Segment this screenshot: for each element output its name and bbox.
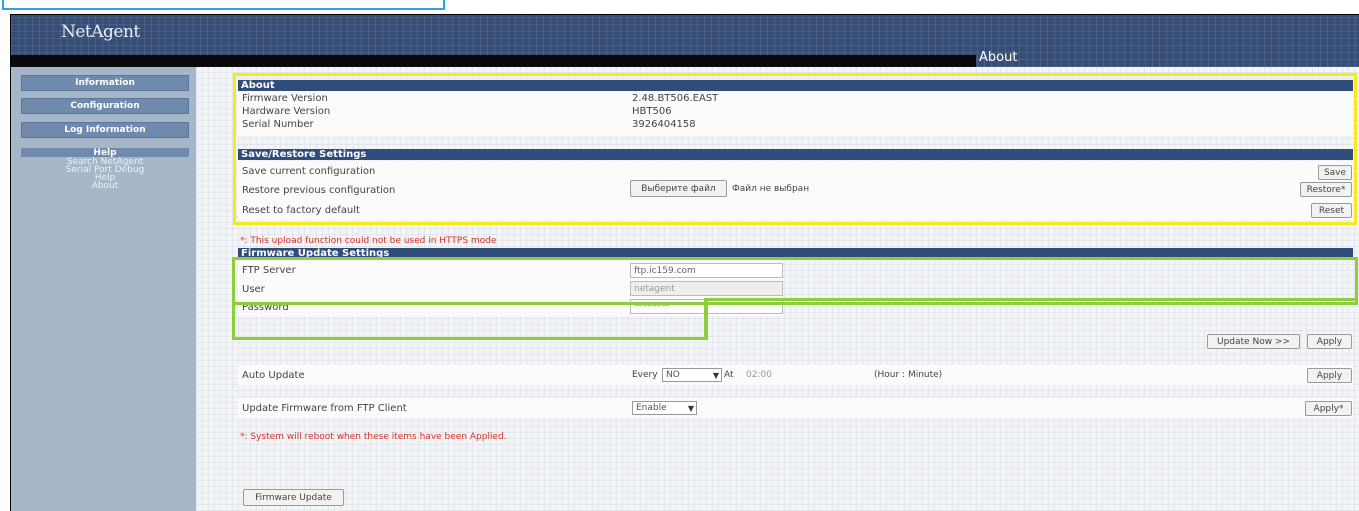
hour-minute-label: (Hour : Minute) [874, 370, 943, 380]
at-time-input[interactable]: 02:00 [742, 368, 852, 382]
firmware-update-button[interactable]: Firmware Update [243, 489, 344, 506]
header: NetAgent About [11, 15, 1359, 67]
every-select-value: NO [666, 370, 680, 380]
apply-button[interactable]: Apply [1307, 334, 1352, 349]
ftp-client-select[interactable]: Enable ▼ [632, 401, 697, 415]
sidebar-item-log-information[interactable]: Log Information [21, 122, 189, 138]
every-select[interactable]: NO ▼ [662, 368, 722, 382]
every-label: Every [632, 370, 658, 380]
auto-update-label: Auto Update [242, 370, 305, 381]
sidebar-item-help[interactable]: Help [21, 148, 189, 158]
highlight-box-green-divider [704, 298, 708, 340]
highlight-box-green-segment [705, 298, 1358, 301]
reboot-warning-note: *: System will reboot when these items h… [240, 432, 507, 442]
chevron-down-icon: ▼ [712, 371, 719, 380]
at-label: At [724, 370, 734, 380]
ftp-client-apply-button[interactable]: Apply* [1305, 401, 1352, 416]
sidebar: Information Configuration Log Informatio… [11, 67, 196, 511]
auto-update-apply-button[interactable]: Apply [1307, 368, 1352, 383]
page-title: About [979, 50, 1018, 65]
highlight-box-green-lower [232, 300, 708, 340]
header-bar [11, 55, 976, 67]
ftp-client-label: Update Firmware from FTP Client [242, 403, 407, 414]
update-now-button[interactable]: Update Now >> [1207, 334, 1300, 349]
ftp-client-select-value: Enable [636, 403, 667, 413]
https-warning-note: *: This upload function could not be use… [240, 236, 497, 246]
sidebar-item-configuration[interactable]: Configuration [21, 98, 189, 114]
highlight-box-blue [2, 0, 445, 10]
highlight-box-yellow [233, 73, 1357, 225]
sidebar-item-information[interactable]: Information [21, 75, 189, 91]
netagent-logo: NetAgent [61, 22, 140, 42]
chevron-down-icon: ▼ [687, 404, 694, 413]
sidebar-link-about[interactable]: About [21, 182, 189, 191]
